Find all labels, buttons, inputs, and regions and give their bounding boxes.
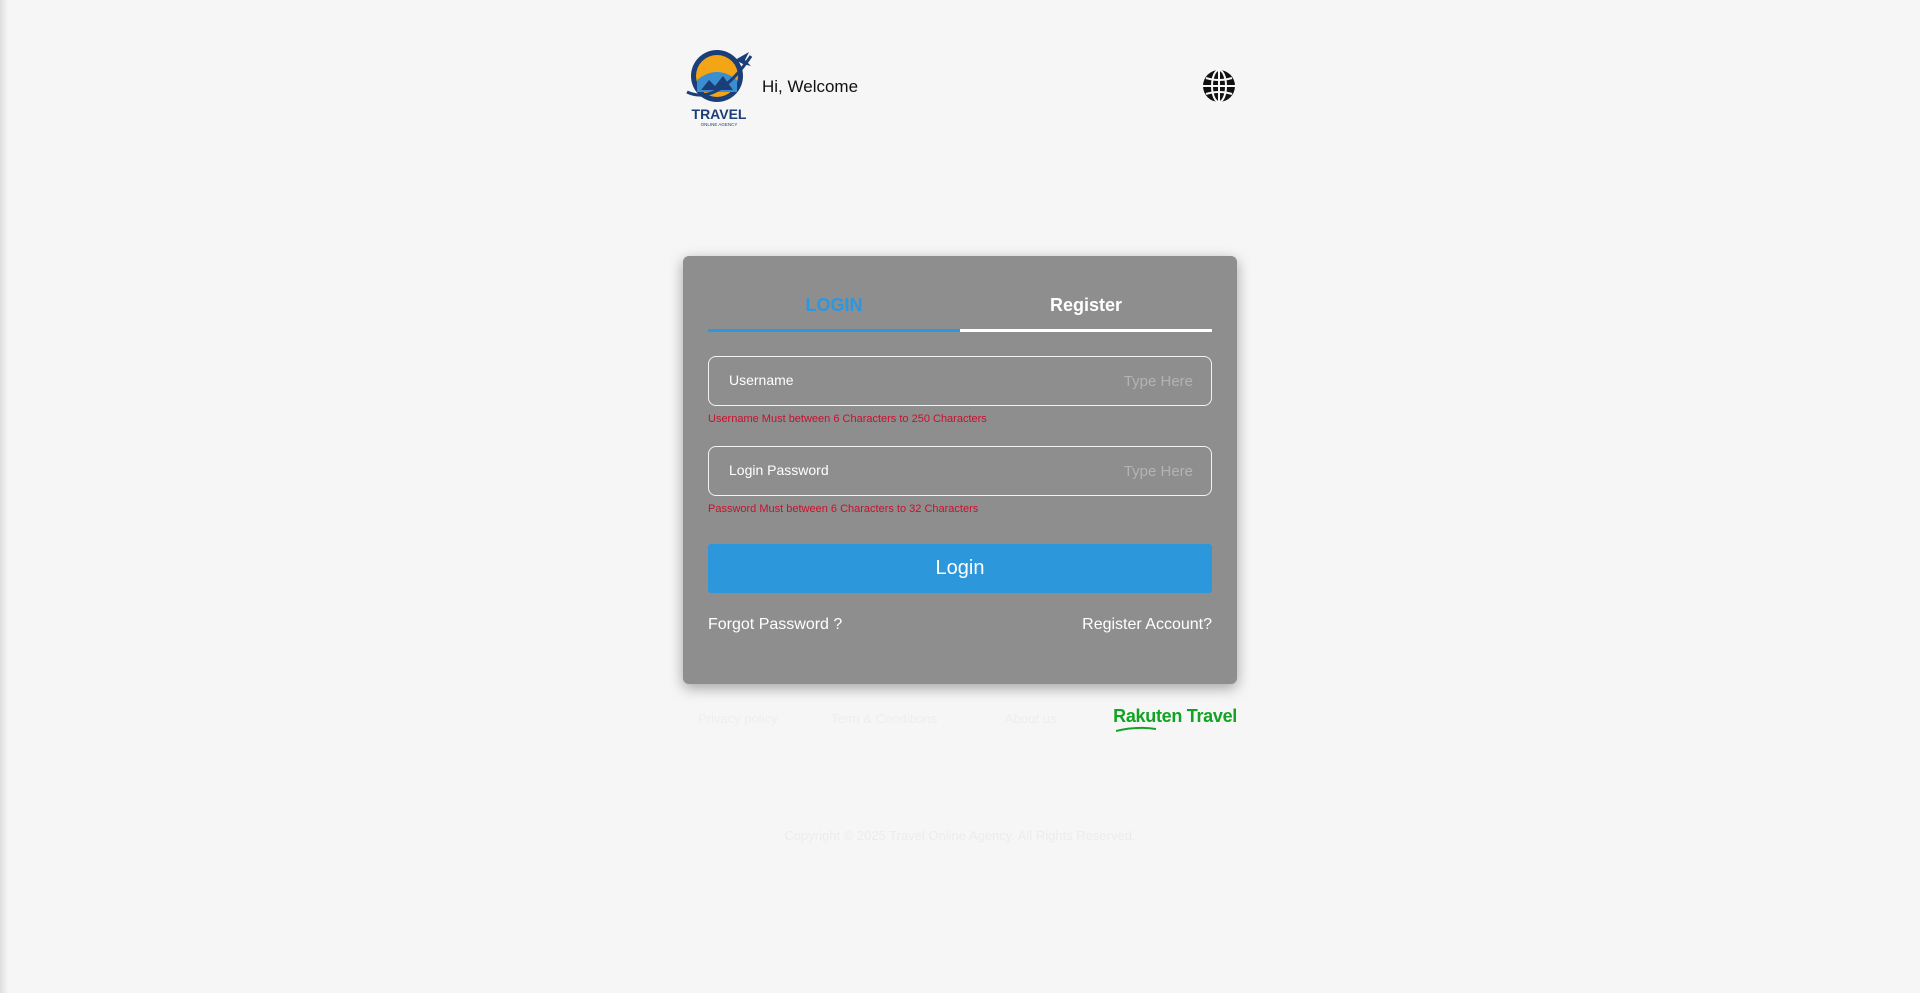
logo-subtext: ONLINE AGENCY	[701, 122, 738, 127]
username-input[interactable]	[1053, 370, 1193, 392]
welcome-text: Hi, Welcome	[762, 77, 859, 96]
globe-icon[interactable]	[1202, 69, 1236, 103]
forgot-password-link[interactable]: Forgot Password ?	[708, 616, 842, 634]
footer-links: Privacy policy Term & Conditions About u…	[683, 706, 1237, 732]
password-input[interactable]	[1053, 460, 1193, 482]
header: TRAVEL ONLINE AGENCY Hi, Welcome	[683, 46, 1236, 130]
page-edge-shadow	[0, 0, 8, 993]
travel-logo[interactable]: TRAVEL ONLINE AGENCY	[683, 46, 755, 128]
tab-register[interactable]: Register	[960, 284, 1212, 332]
rakuten-swoosh-icon	[1116, 726, 1157, 732]
login-button[interactable]: Login	[708, 544, 1212, 593]
register-account-link[interactable]: Register Account?	[1082, 616, 1212, 634]
rakuten-travel-logo-text: Rakuten Travel	[1113, 706, 1237, 726]
login-card: LOGIN Register Username Username Must be…	[683, 256, 1237, 684]
username-error: Username Must between 6 Characters to 25…	[708, 413, 987, 425]
terms-link[interactable]: Term & Conditions	[831, 711, 937, 726]
username-label: Username	[729, 372, 794, 388]
rakuten-travel-logo[interactable]: Rakuten Travel	[1113, 706, 1237, 732]
logo-text: TRAVEL	[692, 106, 747, 122]
about-us-link[interactable]: About us	[1005, 711, 1056, 726]
tab-login[interactable]: LOGIN	[708, 284, 960, 332]
copyright-text: Copyright © 2025 Travel Online Agency. A…	[784, 828, 1136, 843]
password-error: Password Must between 6 Characters to 32…	[708, 503, 979, 515]
password-label: Login Password	[729, 462, 829, 478]
password-field[interactable]: Login Password	[708, 446, 1212, 496]
privacy-policy-link[interactable]: Privacy policy	[698, 711, 777, 726]
username-field[interactable]: Username	[708, 356, 1212, 406]
auth-tabs: LOGIN Register	[708, 284, 1212, 332]
